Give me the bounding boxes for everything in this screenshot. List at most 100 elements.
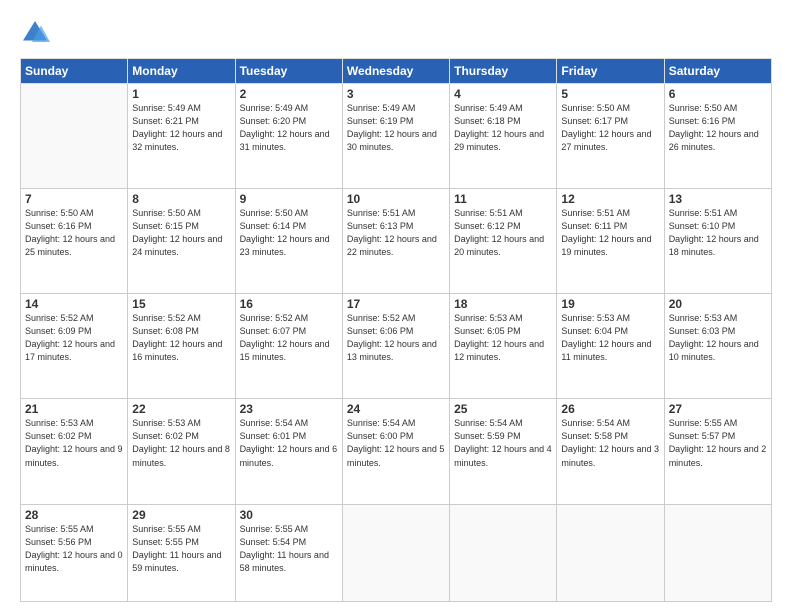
day-cell: 8Sunrise: 5:50 AMSunset: 6:15 PMDaylight… xyxy=(128,189,235,294)
day-info: Sunrise: 5:54 AMSunset: 5:59 PMDaylight:… xyxy=(454,417,552,469)
day-cell: 17Sunrise: 5:52 AMSunset: 6:06 PMDayligh… xyxy=(342,294,449,399)
weekday-header-wednesday: Wednesday xyxy=(342,59,449,84)
day-number: 6 xyxy=(669,87,767,101)
day-number: 22 xyxy=(132,402,230,416)
day-number: 26 xyxy=(561,402,659,416)
page: SundayMondayTuesdayWednesdayThursdayFrid… xyxy=(0,0,792,612)
day-cell: 6Sunrise: 5:50 AMSunset: 6:16 PMDaylight… xyxy=(664,84,771,189)
day-info: Sunrise: 5:51 AMSunset: 6:11 PMDaylight:… xyxy=(561,207,659,259)
day-cell: 10Sunrise: 5:51 AMSunset: 6:13 PMDayligh… xyxy=(342,189,449,294)
day-number: 19 xyxy=(561,297,659,311)
day-cell: 22Sunrise: 5:53 AMSunset: 6:02 PMDayligh… xyxy=(128,399,235,504)
day-cell: 4Sunrise: 5:49 AMSunset: 6:18 PMDaylight… xyxy=(450,84,557,189)
day-info: Sunrise: 5:55 AMSunset: 5:54 PMDaylight:… xyxy=(240,523,338,575)
day-number: 12 xyxy=(561,192,659,206)
day-cell: 3Sunrise: 5:49 AMSunset: 6:19 PMDaylight… xyxy=(342,84,449,189)
day-number: 23 xyxy=(240,402,338,416)
week-row-4: 21Sunrise: 5:53 AMSunset: 6:02 PMDayligh… xyxy=(21,399,772,504)
day-number: 7 xyxy=(25,192,123,206)
day-info: Sunrise: 5:54 AMSunset: 5:58 PMDaylight:… xyxy=(561,417,659,469)
day-cell xyxy=(557,504,664,602)
day-cell: 21Sunrise: 5:53 AMSunset: 6:02 PMDayligh… xyxy=(21,399,128,504)
day-info: Sunrise: 5:55 AMSunset: 5:56 PMDaylight:… xyxy=(25,523,123,575)
day-cell: 15Sunrise: 5:52 AMSunset: 6:08 PMDayligh… xyxy=(128,294,235,399)
day-info: Sunrise: 5:50 AMSunset: 6:14 PMDaylight:… xyxy=(240,207,338,259)
day-info: Sunrise: 5:53 AMSunset: 6:02 PMDaylight:… xyxy=(132,417,230,469)
day-cell: 29Sunrise: 5:55 AMSunset: 5:55 PMDayligh… xyxy=(128,504,235,602)
day-cell: 28Sunrise: 5:55 AMSunset: 5:56 PMDayligh… xyxy=(21,504,128,602)
day-info: Sunrise: 5:49 AMSunset: 6:21 PMDaylight:… xyxy=(132,102,230,154)
day-cell xyxy=(450,504,557,602)
day-number: 4 xyxy=(454,87,552,101)
day-info: Sunrise: 5:55 AMSunset: 5:57 PMDaylight:… xyxy=(669,417,767,469)
day-number: 25 xyxy=(454,402,552,416)
day-number: 28 xyxy=(25,508,123,522)
day-cell: 25Sunrise: 5:54 AMSunset: 5:59 PMDayligh… xyxy=(450,399,557,504)
day-number: 2 xyxy=(240,87,338,101)
day-number: 1 xyxy=(132,87,230,101)
day-number: 21 xyxy=(25,402,123,416)
day-info: Sunrise: 5:50 AMSunset: 6:15 PMDaylight:… xyxy=(132,207,230,259)
weekday-header-thursday: Thursday xyxy=(450,59,557,84)
day-number: 5 xyxy=(561,87,659,101)
logo xyxy=(20,18,52,48)
day-info: Sunrise: 5:51 AMSunset: 6:12 PMDaylight:… xyxy=(454,207,552,259)
day-info: Sunrise: 5:52 AMSunset: 6:08 PMDaylight:… xyxy=(132,312,230,364)
day-info: Sunrise: 5:50 AMSunset: 6:16 PMDaylight:… xyxy=(669,102,767,154)
day-cell: 18Sunrise: 5:53 AMSunset: 6:05 PMDayligh… xyxy=(450,294,557,399)
day-number: 24 xyxy=(347,402,445,416)
day-info: Sunrise: 5:53 AMSunset: 6:05 PMDaylight:… xyxy=(454,312,552,364)
week-row-5: 28Sunrise: 5:55 AMSunset: 5:56 PMDayligh… xyxy=(21,504,772,602)
day-number: 15 xyxy=(132,297,230,311)
day-cell: 16Sunrise: 5:52 AMSunset: 6:07 PMDayligh… xyxy=(235,294,342,399)
calendar: SundayMondayTuesdayWednesdayThursdayFrid… xyxy=(20,58,772,602)
day-number: 30 xyxy=(240,508,338,522)
day-number: 17 xyxy=(347,297,445,311)
day-cell: 23Sunrise: 5:54 AMSunset: 6:01 PMDayligh… xyxy=(235,399,342,504)
weekday-header-sunday: Sunday xyxy=(21,59,128,84)
day-cell: 11Sunrise: 5:51 AMSunset: 6:12 PMDayligh… xyxy=(450,189,557,294)
day-cell: 26Sunrise: 5:54 AMSunset: 5:58 PMDayligh… xyxy=(557,399,664,504)
day-info: Sunrise: 5:49 AMSunset: 6:20 PMDaylight:… xyxy=(240,102,338,154)
day-cell: 24Sunrise: 5:54 AMSunset: 6:00 PMDayligh… xyxy=(342,399,449,504)
weekday-header-saturday: Saturday xyxy=(664,59,771,84)
week-row-3: 14Sunrise: 5:52 AMSunset: 6:09 PMDayligh… xyxy=(21,294,772,399)
day-cell: 20Sunrise: 5:53 AMSunset: 6:03 PMDayligh… xyxy=(664,294,771,399)
day-info: Sunrise: 5:53 AMSunset: 6:04 PMDaylight:… xyxy=(561,312,659,364)
day-info: Sunrise: 5:50 AMSunset: 6:16 PMDaylight:… xyxy=(25,207,123,259)
weekday-header-friday: Friday xyxy=(557,59,664,84)
day-cell: 9Sunrise: 5:50 AMSunset: 6:14 PMDaylight… xyxy=(235,189,342,294)
day-cell: 14Sunrise: 5:52 AMSunset: 6:09 PMDayligh… xyxy=(21,294,128,399)
week-row-2: 7Sunrise: 5:50 AMSunset: 6:16 PMDaylight… xyxy=(21,189,772,294)
day-cell: 12Sunrise: 5:51 AMSunset: 6:11 PMDayligh… xyxy=(557,189,664,294)
day-info: Sunrise: 5:50 AMSunset: 6:17 PMDaylight:… xyxy=(561,102,659,154)
day-cell: 30Sunrise: 5:55 AMSunset: 5:54 PMDayligh… xyxy=(235,504,342,602)
day-info: Sunrise: 5:53 AMSunset: 6:03 PMDaylight:… xyxy=(669,312,767,364)
day-info: Sunrise: 5:54 AMSunset: 6:00 PMDaylight:… xyxy=(347,417,445,469)
day-number: 18 xyxy=(454,297,552,311)
day-info: Sunrise: 5:52 AMSunset: 6:06 PMDaylight:… xyxy=(347,312,445,364)
day-cell: 19Sunrise: 5:53 AMSunset: 6:04 PMDayligh… xyxy=(557,294,664,399)
day-info: Sunrise: 5:51 AMSunset: 6:13 PMDaylight:… xyxy=(347,207,445,259)
day-number: 10 xyxy=(347,192,445,206)
day-info: Sunrise: 5:51 AMSunset: 6:10 PMDaylight:… xyxy=(669,207,767,259)
weekday-header-monday: Monday xyxy=(128,59,235,84)
day-cell: 1Sunrise: 5:49 AMSunset: 6:21 PMDaylight… xyxy=(128,84,235,189)
day-number: 3 xyxy=(347,87,445,101)
day-cell: 27Sunrise: 5:55 AMSunset: 5:57 PMDayligh… xyxy=(664,399,771,504)
day-number: 11 xyxy=(454,192,552,206)
day-info: Sunrise: 5:52 AMSunset: 6:07 PMDaylight:… xyxy=(240,312,338,364)
weekday-header-row: SundayMondayTuesdayWednesdayThursdayFrid… xyxy=(21,59,772,84)
day-number: 29 xyxy=(132,508,230,522)
day-cell: 7Sunrise: 5:50 AMSunset: 6:16 PMDaylight… xyxy=(21,189,128,294)
day-info: Sunrise: 5:53 AMSunset: 6:02 PMDaylight:… xyxy=(25,417,123,469)
day-cell xyxy=(342,504,449,602)
day-cell xyxy=(664,504,771,602)
day-cell xyxy=(21,84,128,189)
day-info: Sunrise: 5:54 AMSunset: 6:01 PMDaylight:… xyxy=(240,417,338,469)
day-info: Sunrise: 5:55 AMSunset: 5:55 PMDaylight:… xyxy=(132,523,230,575)
day-cell: 2Sunrise: 5:49 AMSunset: 6:20 PMDaylight… xyxy=(235,84,342,189)
header xyxy=(20,18,772,48)
day-number: 9 xyxy=(240,192,338,206)
logo-icon xyxy=(20,18,50,48)
